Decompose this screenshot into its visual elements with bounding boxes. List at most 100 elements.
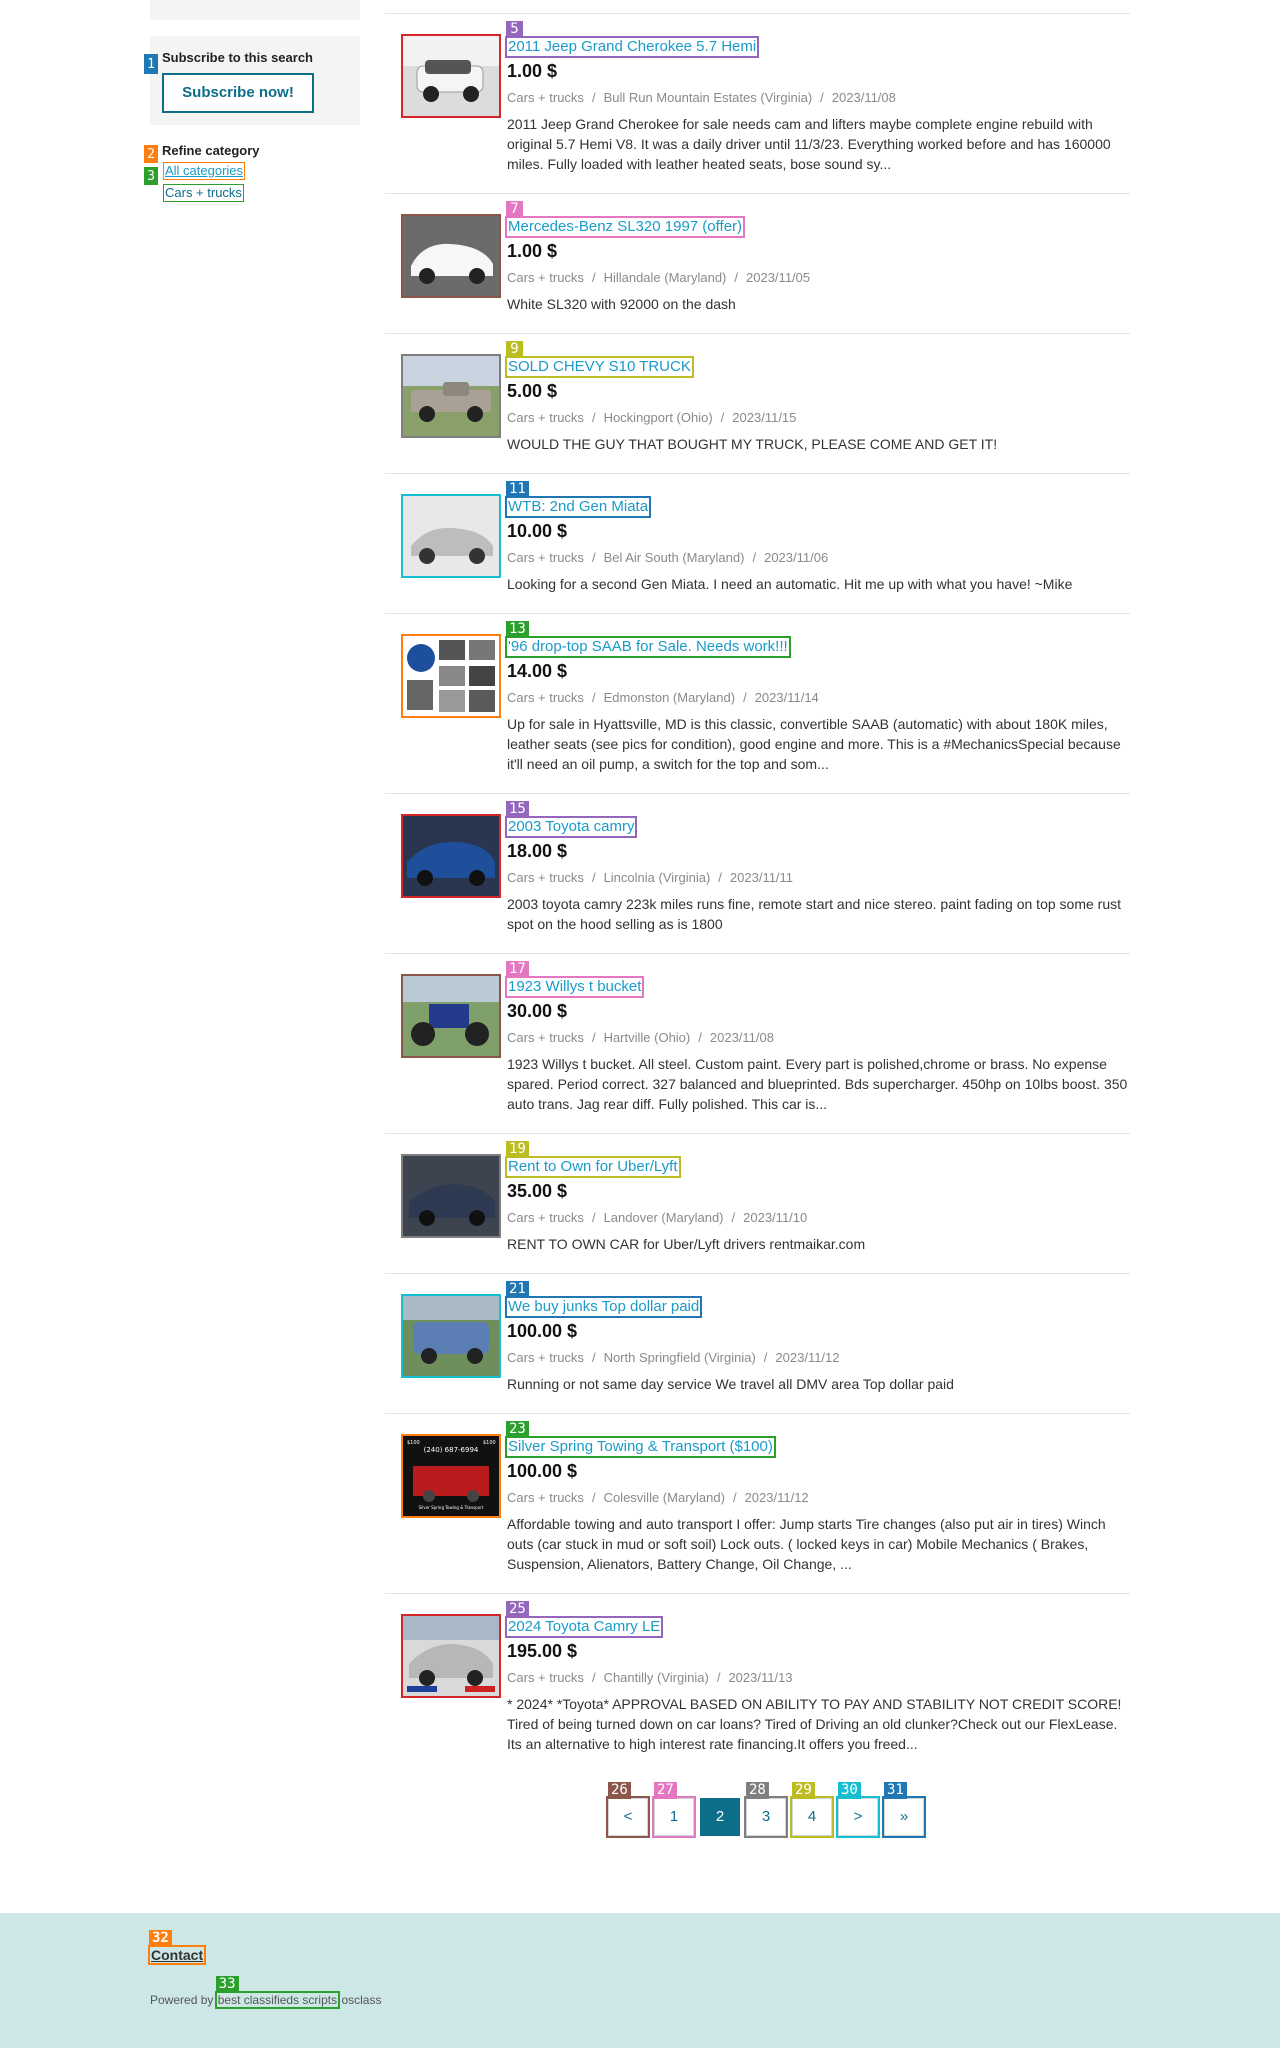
listing-title-link[interactable]: 9 SOLD CHEVY S10 TRUCK bbox=[505, 341, 694, 378]
listing-thumbnail[interactable]: 18 bbox=[401, 1154, 501, 1238]
listing-date: 2023/11/14 bbox=[754, 690, 819, 705]
subscribe-title: Subscribe to this search bbox=[162, 50, 313, 65]
tag-label: 27 bbox=[654, 1782, 677, 1799]
listing-description: 2003 toyota camry 223k miles runs fine, … bbox=[507, 896, 1121, 932]
listing-thumbnail[interactable]: 8 bbox=[401, 354, 501, 438]
listing-location: Lincolnia (Virginia) bbox=[603, 870, 711, 885]
tag-label: 33 bbox=[215, 1976, 239, 1993]
listing-thumbnail[interactable]: 6 bbox=[401, 214, 501, 298]
listing-title-link[interactable]: 23 Silver Spring Towing & Transport ($100… bbox=[505, 1421, 776, 1458]
listing-meta: Cars + trucks / Edmonston (Maryland)/2023/… bbox=[507, 690, 819, 705]
listing-item: 20 21We buy junks Top dollar paid 100.00… bbox=[385, 1273, 1130, 1413]
listing-item: 16 171923 Willys t bucket 30.00 $ Cars +… bbox=[385, 953, 1130, 1133]
listing-location: Hartville (Ohio) bbox=[603, 1030, 691, 1045]
powered-suffix: osclass bbox=[341, 1993, 382, 2007]
car-photo-icon bbox=[403, 36, 499, 116]
tag-label: 3 bbox=[144, 167, 158, 185]
listing-meta: Cars + trucks / North Springfield (Virgini… bbox=[507, 1350, 840, 1365]
listing-title-text: 1923 Willys t bucket bbox=[508, 978, 642, 995]
listing-thumbnail[interactable]: 12 bbox=[401, 634, 501, 718]
tow-price-right: $100 bbox=[483, 1440, 496, 1446]
listing-title-text: We buy junks Top dollar paid bbox=[508, 1298, 700, 1315]
listing-title-text: WTB: 2nd Gen Miata bbox=[508, 498, 649, 515]
tag-label: 19 bbox=[506, 1141, 529, 1158]
listing-title-link[interactable]: 11 WTB: 2nd Gen Miata bbox=[504, 481, 652, 518]
listing-title-text: Mercedes-Benz SL320 1997 (offer) bbox=[508, 218, 743, 235]
listing-date: 2023/11/05 bbox=[746, 270, 811, 285]
listing-item: 4 52011 Jeep Grand Cherokee 5.7 Hemi 1.0… bbox=[385, 13, 1130, 193]
listing-thumbnail[interactable]: 22 $100 $100 (240) 687-6994 Silver Sprin… bbox=[401, 1434, 501, 1518]
pagination: 26 < 27 1 2 28 3 29 4 30 > 31 » bbox=[606, 1782, 926, 1838]
listing-title-link[interactable]: 7 Mercedes-Benz SL320 1997 (offer) bbox=[504, 201, 746, 238]
listing-title-link[interactable]: 25 2024 Toyota Camry LE bbox=[504, 1601, 664, 1638]
truck-photo-icon bbox=[403, 356, 499, 436]
listing-category: Cars + trucks bbox=[507, 90, 584, 105]
tow-price-left: $100 bbox=[407, 1440, 420, 1446]
listing-price: 30.00 $ bbox=[507, 1001, 568, 1021]
category-link-all[interactable]: All categories bbox=[163, 162, 246, 180]
listing-price: 5.00 $ bbox=[507, 381, 558, 401]
tag-label: 25 bbox=[506, 1601, 529, 1618]
powered-by-link[interactable]: 33 best classifieds scripts bbox=[214, 1976, 341, 2009]
listing-title-link[interactable]: 15 2003 Toyota camry bbox=[504, 801, 638, 838]
page-next-button[interactable]: 30 > bbox=[836, 1782, 880, 1838]
listing-title-link[interactable]: 17 1923 Willys t bucket bbox=[504, 961, 645, 998]
listing-title-link[interactable]: 13'96 drop-top SAAB for Sale. Needs work… bbox=[505, 621, 791, 658]
page-4-label: 4 bbox=[807, 1808, 817, 1825]
page-next-label: > bbox=[853, 1808, 863, 1825]
page-1-button[interactable]: 27 1 bbox=[652, 1782, 696, 1838]
listing-thumbnail[interactable]: 14 bbox=[401, 814, 501, 898]
page-last-button[interactable]: 31 » bbox=[882, 1782, 926, 1838]
tow-truck-ad-icon: $100 $100 (240) 687-6994 Silver Spring T… bbox=[403, 1436, 499, 1516]
subscribe-button[interactable]: Subscribe now! bbox=[162, 73, 314, 113]
listing-meta: Cars + trucks / Hartville (Ohio)/2023/11/0… bbox=[507, 1030, 774, 1045]
listing-category: Cars + trucks bbox=[507, 690, 584, 705]
listing-title-link[interactable]: 19 Rent to Own for Uber/Lyft bbox=[505, 1141, 681, 1178]
page-prev-label: < bbox=[623, 1808, 633, 1825]
page-prev-button[interactable]: 26 < bbox=[606, 1782, 650, 1838]
listing-date: 2023/11/08 bbox=[831, 90, 896, 105]
tag-label: 26 bbox=[608, 1782, 631, 1799]
listing-location: Edmonston (Maryland) bbox=[603, 690, 736, 705]
listing-location: Bel Air South (Maryland) bbox=[603, 550, 745, 565]
sidebar-top-panel bbox=[150, 0, 360, 20]
tag-label: 13 bbox=[506, 621, 529, 638]
listing-title-text: '96 drop-top SAAB for Sale. Needs work!!… bbox=[508, 638, 788, 655]
contact-link[interactable]: 32 Contact bbox=[147, 1930, 207, 1965]
category-link-cars-trucks[interactable]: Cars + trucks bbox=[163, 184, 244, 202]
hotrod-photo-icon bbox=[403, 976, 499, 1056]
listing-thumbnail[interactable]: 4 bbox=[401, 34, 501, 118]
tag-label: 17 bbox=[506, 961, 529, 978]
listing-price: 100.00 $ bbox=[507, 1321, 578, 1341]
listing-title-link[interactable]: 5 2011 Jeep Grand Cherokee 5.7 Hemi bbox=[504, 21, 760, 58]
listing-meta: Cars + trucks / Hillandale (Maryland)/2023… bbox=[507, 270, 811, 285]
listing-description: Running or not same day service We trave… bbox=[507, 1376, 954, 1392]
listing-title-link[interactable]: 21 We buy junks Top dollar paid bbox=[504, 1281, 703, 1318]
page-3-button[interactable]: 28 3 bbox=[744, 1782, 788, 1838]
page-4-button[interactable]: 29 4 bbox=[790, 1782, 834, 1838]
listing-thumbnail[interactable]: 10 bbox=[401, 494, 501, 578]
listing-thumbnail[interactable]: 20 bbox=[401, 1294, 501, 1378]
listing-location: Chantilly (Virginia) bbox=[603, 1670, 709, 1685]
listing-thumbnail[interactable]: 16 bbox=[401, 974, 501, 1058]
footer: 32 Contact Powered by 33 best classifieds … bbox=[0, 1913, 1280, 2048]
listing-description: 1923 Willys t bucket. All steel. Custom … bbox=[507, 1056, 1128, 1112]
listing-meta: Cars + trucks / Colesville (Maryland)/2023… bbox=[507, 1490, 809, 1505]
photo-collage-icon bbox=[403, 636, 499, 716]
listing-category: Cars + trucks bbox=[507, 270, 584, 285]
listing-price: 35.00 $ bbox=[507, 1181, 568, 1201]
listing-meta: Cars + trucks / Lincolnia (Virginia)/2023/… bbox=[507, 870, 794, 885]
listing-thumbnail[interactable]: 24 bbox=[401, 1614, 501, 1698]
tag-label: 2 bbox=[144, 145, 158, 163]
listing-item: 8 9SOLD CHEVY S10 TRUCK 5.00 $ Cars + tr… bbox=[385, 333, 1130, 473]
listing-title-text: 2024 Toyota Camry LE bbox=[508, 1618, 661, 1635]
listing-description: Up for sale in Hyattsville, MD is this c… bbox=[507, 716, 1121, 772]
listing-price: 195.00 $ bbox=[507, 1641, 578, 1661]
tag-label: 32 bbox=[149, 1930, 172, 1947]
car-photo-icon bbox=[403, 216, 499, 296]
page-1-label: 1 bbox=[669, 1808, 679, 1825]
tag-label: 5 bbox=[506, 21, 523, 38]
subscribe-panel: 1 Subscribe to this search Subscribe now… bbox=[144, 36, 360, 125]
listing-date: 2023/11/08 bbox=[709, 1030, 774, 1045]
listing-date: 2023/11/15 bbox=[732, 410, 797, 425]
